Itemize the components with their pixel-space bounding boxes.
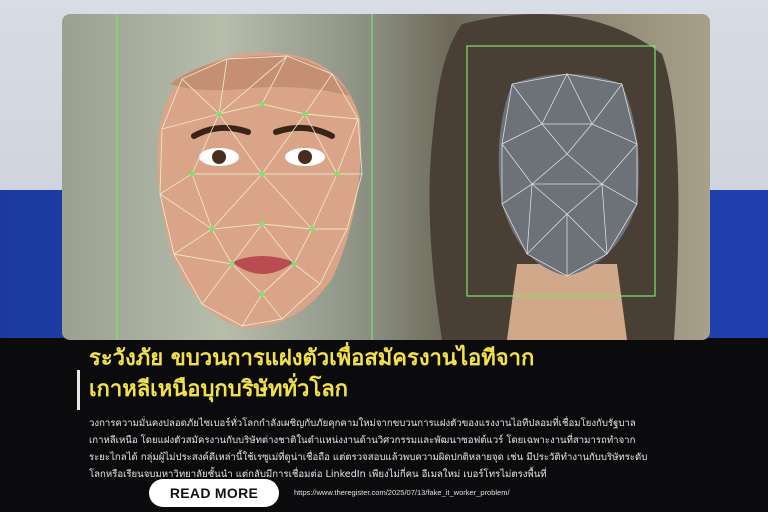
face-recognition-image xyxy=(62,14,710,340)
summary-line-3: ระยะไกลได้ กลุ่มผู้ไม่ประสงค์ดีเหล่านี้ใ… xyxy=(89,452,648,463)
face-mesh-illustration xyxy=(116,14,679,340)
headline: ระวังภัย ขบวนการแฝงตัวเพื่อสมัครงานไอทีจ… xyxy=(89,343,729,405)
headline-accent-bar xyxy=(77,370,80,410)
article-summary: วงการความมั่นคงปลอดภัยไซเบอร์ทั่วโลกกำลั… xyxy=(89,415,689,483)
read-more-button[interactable]: READ MORE xyxy=(149,479,279,507)
summary-line-2: เกาหลีเหนือ โดยแฝงตัวสมัครงานกับบริษัทต่… xyxy=(89,435,636,446)
left-face xyxy=(157,52,361,329)
summary-line-1: วงการความมั่นคงปลอดภัยไซเบอร์ทั่วโลกกำลั… xyxy=(89,418,636,429)
headline-line-2: เกาหลีเหนือบุกบริษัททั่วโลก xyxy=(89,377,348,402)
headline-line-1: ระวังภัย ขบวนการแฝงตัวเพื่อสมัครงานไอทีจ… xyxy=(89,346,535,371)
source-link[interactable]: https://www.theregister.com/2025/07/13/f… xyxy=(294,488,510,497)
